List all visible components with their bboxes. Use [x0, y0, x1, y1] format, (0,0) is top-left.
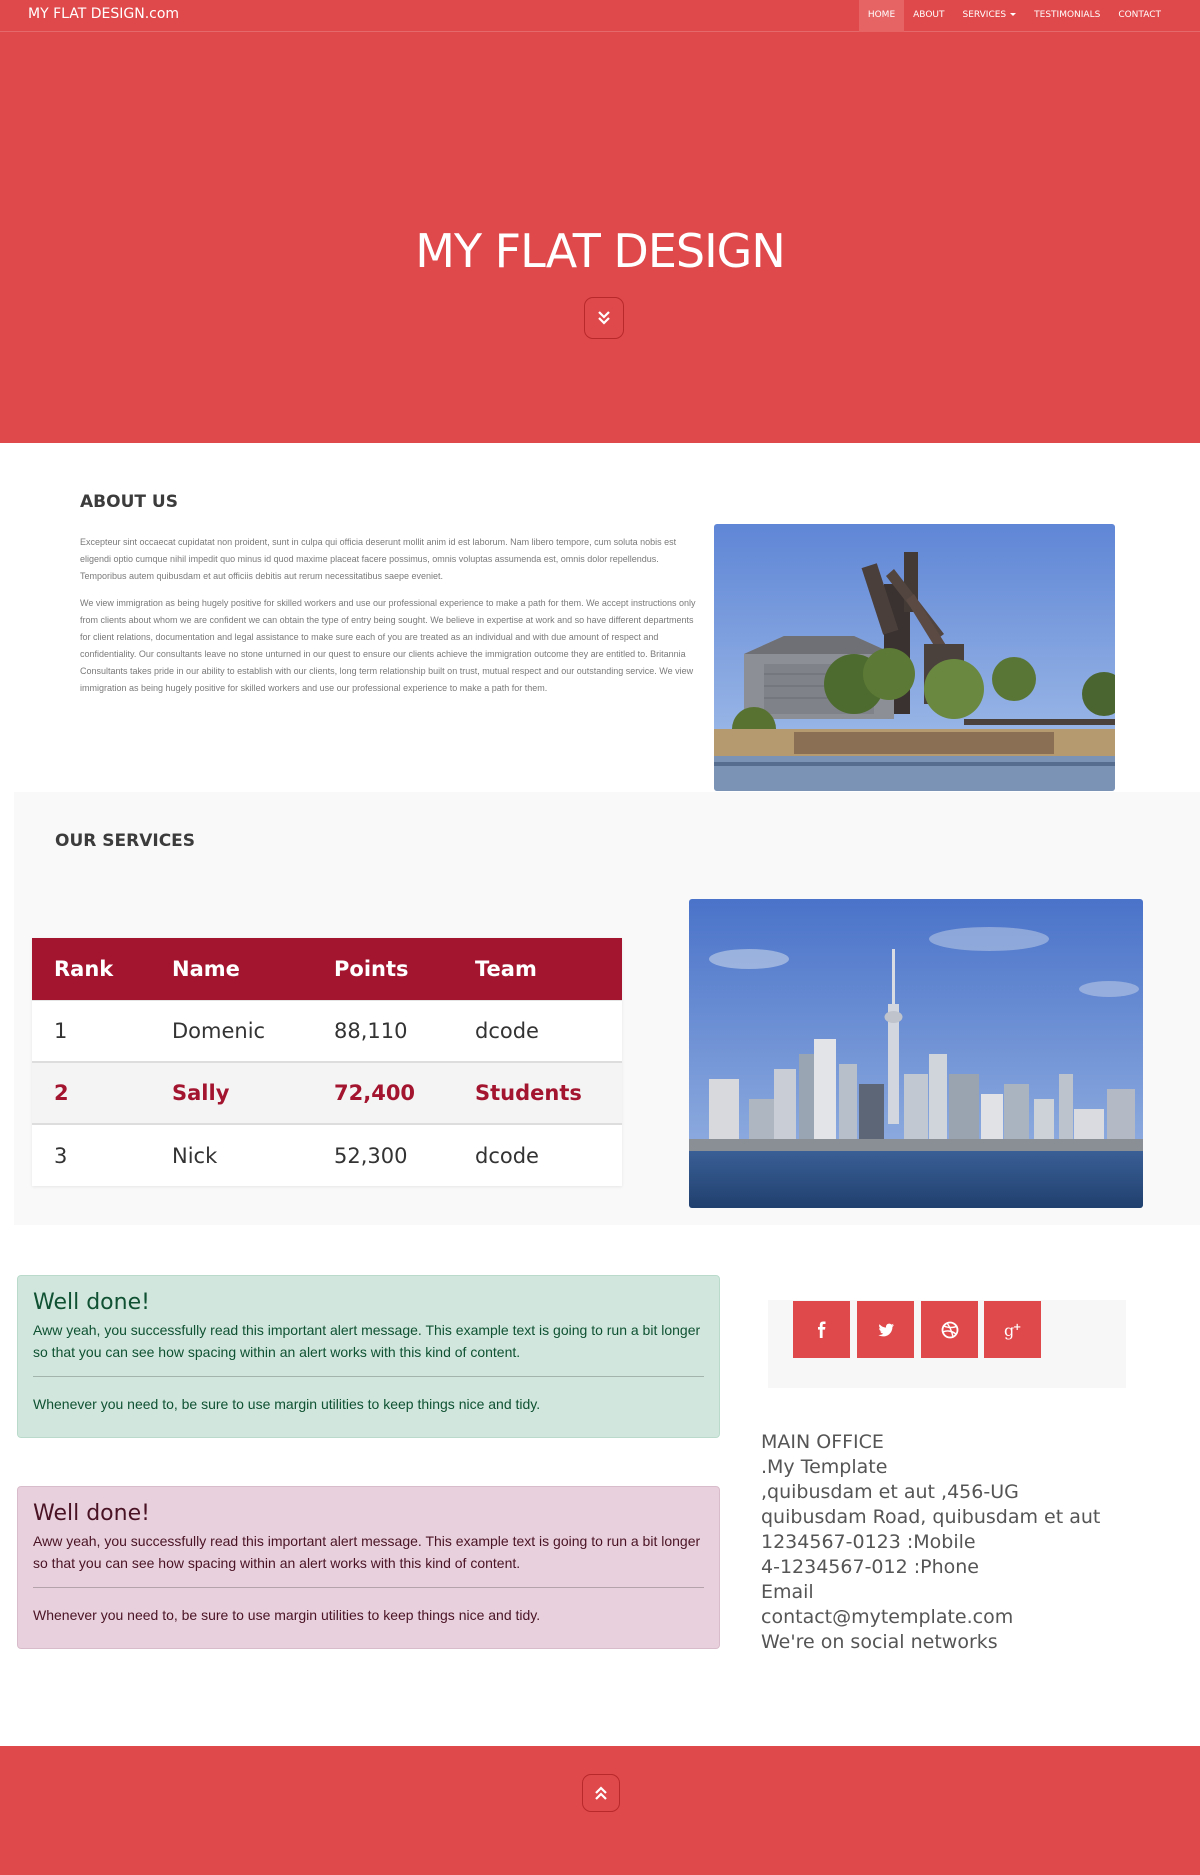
alert-divider	[33, 1376, 704, 1377]
nav-item-home[interactable]: HOME	[858, 0, 905, 32]
alert-text: Aww yeah, you successfully read this imp…	[33, 1533, 701, 1571]
scroll-top-button[interactable]	[582, 1774, 620, 1812]
table-header-row: Rank Name Points Team	[32, 938, 622, 1000]
google-plus-button[interactable]: g +	[984, 1301, 1041, 1358]
facebook-icon	[817, 1321, 825, 1338]
column-header-name: Name	[150, 938, 312, 1000]
dribbble-button[interactable]	[921, 1301, 978, 1358]
city-skyline-image	[689, 899, 1143, 1208]
facebook-button[interactable]	[793, 1301, 850, 1358]
about-paragraph-2: We view immigration as being hugely posi…	[80, 598, 696, 693]
contact-email-link[interactable]: contact@mytemplate.com	[761, 1605, 1100, 1630]
alert-footer-text: Whenever you need to, be sure to use mar…	[33, 1607, 541, 1623]
column-header-points: Points	[312, 938, 453, 1000]
nav-item-services-label: SERVICES	[962, 10, 1007, 20]
cell-team: dcode	[453, 1123, 622, 1186]
contact-phone: 4-1234567-012 :Phone	[761, 1556, 979, 1578]
twitter-button[interactable]	[857, 1301, 914, 1358]
contact-info: MAIN OFFICE .My Template ,quibusdam et a…	[761, 1430, 1100, 1655]
cell-points: 72,400	[312, 1061, 453, 1125]
alert-footer-text: Whenever you need to, be sure to use mar…	[33, 1396, 541, 1412]
table-row: 3 Nick 52,300 dcode	[32, 1123, 622, 1186]
hero-title: MY FLAT DESIGN	[415, 224, 785, 278]
cell-team: Students	[453, 1061, 622, 1125]
table-row: 1 Domenic 88,110 dcode	[32, 999, 622, 1062]
column-header-team: Team	[453, 938, 622, 1000]
cell-rank: 2	[32, 1061, 150, 1125]
alert-danger: Well done! Aww yeah, you successfully re…	[17, 1486, 720, 1649]
scroll-down-button[interactable]	[584, 297, 624, 339]
double-chevron-down-icon	[598, 311, 610, 325]
services-title: OUR SERVICES	[55, 831, 196, 851]
nav-item-about[interactable]: ABOUT	[904, 0, 953, 32]
brand-logo[interactable]: MY FLAT DESIGN.com	[28, 6, 179, 22]
caret-down-icon	[1010, 13, 1017, 16]
nav-item-services[interactable]: SERVICES	[953, 0, 1025, 32]
contact-address-line-1: ,quibusdam et aut ,456-UG	[761, 1481, 1019, 1503]
cell-rank: 1	[32, 999, 150, 1062]
cell-team: dcode	[453, 999, 622, 1062]
alert-success: Well done! Aww yeah, you successfully re…	[17, 1275, 720, 1438]
cell-name: Domenic	[150, 999, 312, 1062]
rank-table: Rank Name Points Team 1 Domenic 88,110 d…	[32, 938, 622, 1186]
nav-menu: HOME ABOUT SERVICES TESTIMONIALS CONTACT	[858, 0, 1170, 32]
cell-name: Sally	[150, 1061, 312, 1125]
double-chevron-up-icon	[595, 1786, 607, 1800]
contact-address-line-2: quibusdam Road, quibusdam et aut	[761, 1506, 1101, 1528]
about-image	[714, 524, 1115, 791]
nav-item-contact[interactable]: CONTACT	[1109, 0, 1170, 32]
alert-divider	[33, 1587, 704, 1588]
google-plus-icon: g +	[1004, 1321, 1021, 1340]
page: MY FLAT DESIGN.com HOME ABOUT SERVICES T…	[0, 0, 1200, 1875]
hero-section: MY FLAT DESIGN	[0, 32, 1200, 443]
steel-mill-photo	[714, 524, 1115, 791]
alert-heading: Well done!	[33, 1501, 150, 1526]
cell-points: 88,110	[312, 999, 453, 1062]
contact-social-text: We're on social networks	[761, 1631, 998, 1653]
nav-item-testimonials[interactable]: TESTIMONIALS	[1025, 0, 1109, 32]
about-paragraph-1: Excepteur sint occaecat cupidatat non pr…	[80, 537, 677, 581]
table-row-highlighted: 2 Sally 72,400 Students	[32, 1061, 622, 1125]
contact-email-label: Email	[761, 1581, 814, 1603]
twitter-icon	[877, 1323, 894, 1336]
alert-heading: Well done!	[33, 1290, 150, 1315]
svg-text:+: +	[1013, 1322, 1021, 1333]
cell-rank: 3	[32, 1123, 150, 1186]
contact-company: .My Template	[761, 1456, 888, 1478]
about-title: ABOUT US	[80, 492, 178, 512]
dribbble-icon	[941, 1321, 958, 1338]
column-header-rank: Rank	[32, 938, 150, 1000]
footer	[0, 1746, 1200, 1875]
contact-heading: MAIN OFFICE	[761, 1431, 884, 1453]
contact-mobile: 1234567-0123 :Mobile	[761, 1531, 976, 1553]
alert-text: Aww yeah, you successfully read this imp…	[33, 1322, 701, 1360]
cell-points: 52,300	[312, 1123, 453, 1186]
navbar: MY FLAT DESIGN.com HOME ABOUT SERVICES T…	[0, 0, 1200, 32]
city-skyline-photo	[689, 899, 1143, 1208]
cell-name: Nick	[150, 1123, 312, 1186]
